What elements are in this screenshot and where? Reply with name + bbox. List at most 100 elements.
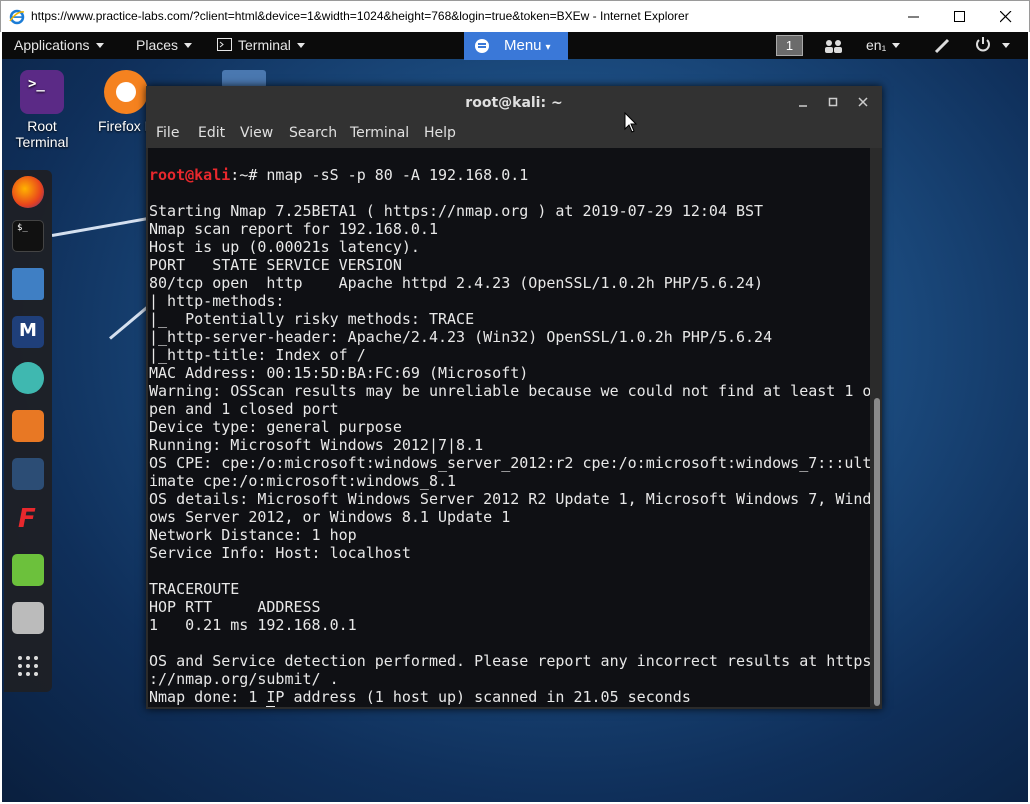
command-line: root@kali:~# nmap -sS -p 80 -A 192.168.0…: [149, 166, 870, 184]
output-line: MAC Address: 00:15:5D:BA:FC:69 (Microsof…: [149, 364, 529, 382]
output-line: ://nmap.org/submit/ .: [149, 670, 339, 688]
output-line: |_ Potentially risky methods: TRACE: [149, 310, 475, 328]
maltego-icon[interactable]: [12, 458, 44, 490]
output-line: pen and 1 closed port: [149, 400, 339, 418]
command-text: nmap -sS -p 80 -A 192.168.0.1: [266, 166, 529, 184]
top-panel: Applications Places Terminal Menu ▾ 1 en₁: [2, 32, 1028, 60]
minimize-button[interactable]: [891, 1, 937, 32]
output-line: ows Server 2012, or Windows 8.1 Update 1: [149, 508, 511, 526]
output-line: OS details: Microsoft Windows Server 201…: [149, 490, 870, 508]
terminal-output[interactable]: root@kali:~# nmap -sS -p 80 -A 192.168.0…: [148, 148, 870, 707]
maximize-button[interactable]: [937, 1, 983, 32]
window-minimize-icon[interactable]: [796, 95, 812, 111]
places-menu[interactable]: Places: [136, 37, 193, 53]
desktop-icon-label: Root: [27, 118, 57, 134]
places-label: Places: [136, 37, 179, 53]
files-icon[interactable]: [12, 268, 44, 300]
output-line: TRACEROUTE: [149, 580, 240, 598]
menu-help[interactable]: Help: [424, 125, 456, 141]
power-icon: [976, 37, 990, 52]
mouse-pointer-icon: [624, 112, 638, 133]
terminal-scrollbar[interactable]: [872, 148, 882, 707]
terminal-menubar: File Edit View Search Terminal Help: [146, 120, 882, 148]
output-line: Service Info: Host: localhost: [149, 544, 411, 562]
prompt-user: root@kali: [149, 706, 230, 707]
desktop-icon-root-terminal[interactable]: >_ Root Terminal: [2, 70, 82, 150]
power-menu[interactable]: [974, 36, 1010, 57]
window-maximize-icon[interactable]: [826, 95, 842, 111]
language-indicator[interactable]: en₁: [866, 37, 901, 53]
output-lines: Starting Nmap 7.25BETA1 ( https://nmap.o…: [149, 184, 870, 706]
ie-icon: [9, 9, 25, 25]
menu-edit[interactable]: Edit: [198, 125, 225, 141]
output-line: Starting Nmap 7.25BETA1 ( https://nmap.o…: [149, 202, 764, 220]
menu-icon: [475, 39, 489, 53]
menu-button[interactable]: Menu ▾: [464, 32, 568, 60]
output-line: Host is up (0.00021s latency).: [149, 238, 420, 256]
leafpad-icon[interactable]: [12, 554, 44, 586]
prompt-user: root@kali: [149, 166, 231, 184]
metasploit-icon[interactable]: M: [12, 316, 44, 348]
burpsuite-icon[interactable]: [12, 410, 44, 442]
terminal-small-icon: [217, 38, 232, 51]
scrollbar-thumb[interactable]: [874, 398, 880, 706]
output-line: Nmap done: 1 IP address (1 host up) scan…: [149, 688, 691, 706]
terminal-titlebar[interactable]: root@kali: ~: [146, 86, 882, 120]
close-button[interactable]: [983, 1, 1029, 32]
terminal-icon[interactable]: $_: [12, 220, 44, 252]
output-line: 80/tcp open http Apache httpd 2.4.23 (Op…: [149, 274, 764, 292]
maximize-icon: [954, 11, 965, 22]
close-icon: [1000, 11, 1012, 23]
menu-label: Menu: [504, 37, 542, 54]
prompt-path: :~#: [230, 706, 266, 707]
faraday-icon[interactable]: F: [12, 504, 44, 538]
terminal-text: root@kali:~# nmap -sS -p 80 -A 192.168.0…: [149, 148, 870, 707]
workspace-indicator[interactable]: 1: [776, 35, 803, 56]
terminal-title: root@kali: ~: [465, 95, 563, 111]
prompt-line[interactable]: root@kali:~#: [149, 706, 870, 707]
output-line: Device type: general purpose: [149, 418, 402, 436]
cutycapt-icon[interactable]: [12, 602, 44, 634]
applications-label: Applications: [14, 37, 90, 53]
language-label: en₁: [866, 37, 887, 53]
menu-file[interactable]: File: [156, 125, 179, 141]
output-line: 1 0.21 ms 192.168.0.1: [149, 616, 357, 634]
pen-icon[interactable]: [934, 38, 950, 54]
menu-caret-icon: ▾: [545, 42, 551, 53]
applications-menu[interactable]: Applications: [14, 37, 104, 53]
armitage-icon[interactable]: [12, 362, 44, 394]
terminal-menu[interactable]: Terminal: [217, 37, 305, 53]
users-icon[interactable]: [824, 39, 844, 53]
chevron-down-icon: [95, 43, 104, 48]
output-line: | http-methods:: [149, 292, 285, 310]
chevron-down-icon: [892, 43, 901, 48]
root-terminal-icon: >_: [20, 70, 64, 114]
output-line: PORT STATE SERVICE VERSION: [149, 256, 402, 274]
output-line: imate cpe:/o:microsoft:windows_8.1: [149, 472, 457, 490]
desktop-icon-label: Terminal: [15, 134, 69, 150]
menu-view[interactable]: View: [240, 125, 273, 141]
output-line: |_http-title: Index of /: [149, 346, 366, 364]
output-line: |_http-server-header: Apache/2.4.23 (Win…: [149, 328, 773, 346]
chevron-down-icon: [184, 43, 193, 48]
output-line: OS and Service detection performed. Plea…: [149, 652, 870, 670]
dock: $_ M F: [4, 170, 52, 692]
menu-search[interactable]: Search: [289, 125, 337, 141]
browser-title: https://www.practice-labs.com/?client=ht…: [31, 9, 689, 23]
output-line: Nmap scan report for 192.168.0.1: [149, 220, 438, 238]
window-close-icon[interactable]: [856, 95, 872, 111]
minimize-icon: [908, 16, 919, 18]
menu-terminal[interactable]: Terminal: [350, 125, 409, 141]
output-line: Warning: OSScan results may be unreliabl…: [149, 382, 870, 400]
firefox-esr-icon: [104, 70, 148, 114]
terminal-window[interactable]: root@kali: ~ File Edit View Search Termi…: [146, 86, 882, 709]
output-line: HOP RTT ADDRESS: [149, 598, 321, 616]
show-apps-icon[interactable]: [12, 650, 44, 682]
firefox-icon[interactable]: [12, 176, 44, 208]
prompt-path: :~#: [230, 166, 267, 184]
text-cursor: [266, 706, 276, 707]
chevron-down-icon: [1001, 43, 1010, 48]
